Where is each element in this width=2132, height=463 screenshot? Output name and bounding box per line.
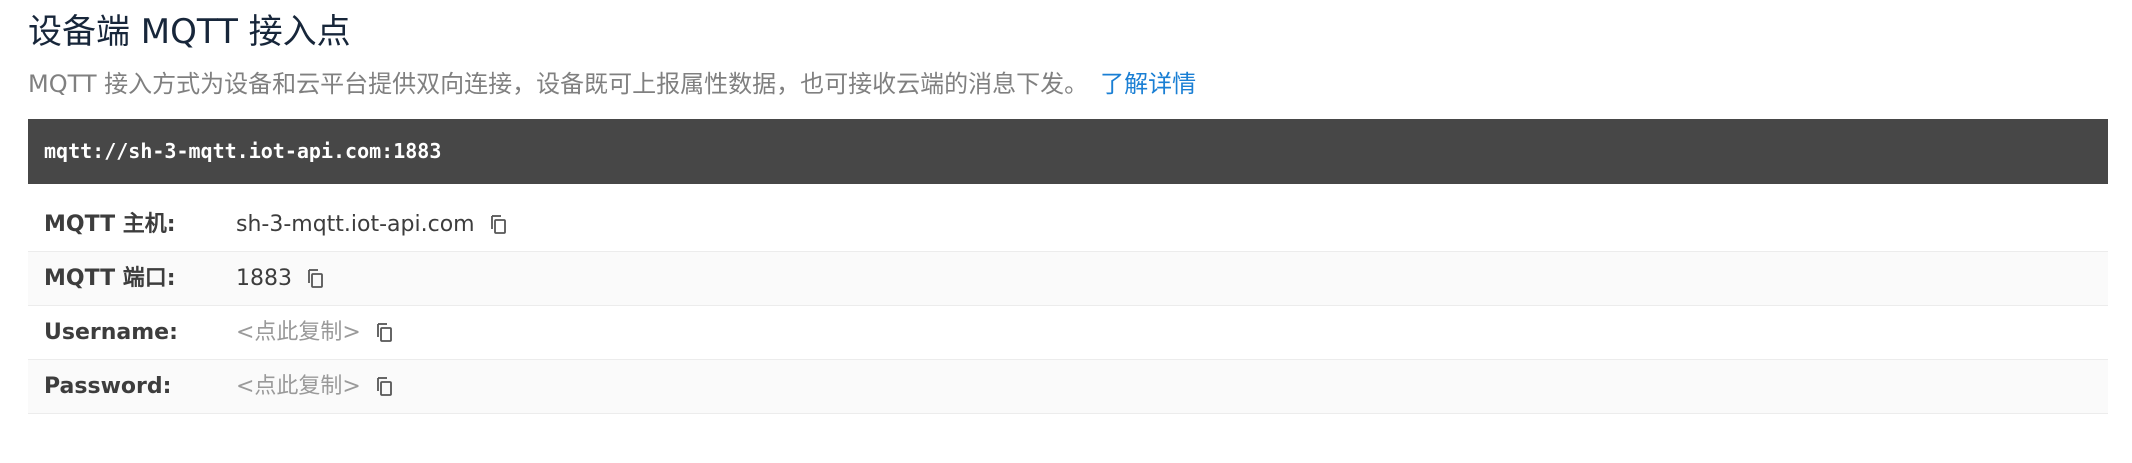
- username-copy-placeholder[interactable]: <点此复制>: [236, 306, 361, 360]
- field-value-host: sh-3-mqtt.iot-api.com: [236, 198, 507, 252]
- field-label-host: MQTT 主机:: [44, 212, 176, 237]
- copy-icon[interactable]: [375, 323, 393, 343]
- field-label-password: Password:: [44, 374, 172, 399]
- field-row-username: Username: <点此复制>: [28, 306, 2108, 360]
- copy-icon[interactable]: [306, 269, 324, 289]
- host-value[interactable]: sh-3-mqtt.iot-api.com: [236, 198, 475, 252]
- field-value-port: 1883: [236, 252, 324, 306]
- field-label-port: MQTT 端口:: [44, 266, 176, 291]
- endpoint-url[interactable]: mqtt://sh-3-mqtt.iot-api.com:1883: [44, 119, 2108, 184]
- description: MQTT 接入方式为设备和云平台提供双向连接，设备既可上报属性数据，也可接收云端…: [28, 66, 1196, 102]
- connection-fields: MQTT 主机: sh-3-mqtt.iot-api.com MQTT 端口: …: [28, 198, 2108, 414]
- copy-icon[interactable]: [489, 215, 507, 235]
- field-row-host: MQTT 主机: sh-3-mqtt.iot-api.com: [28, 198, 2108, 252]
- field-row-port: MQTT 端口: 1883: [28, 252, 2108, 306]
- field-value-username: <点此复制>: [236, 306, 393, 360]
- description-text: MQTT 接入方式为设备和云平台提供双向连接，设备既可上报属性数据，也可接收云端…: [28, 70, 1089, 98]
- learn-more-link[interactable]: 了解详情: [1100, 70, 1196, 98]
- field-label-username: Username:: [44, 320, 178, 345]
- endpoint-bar: mqtt://sh-3-mqtt.iot-api.com:1883: [28, 119, 2108, 184]
- copy-icon[interactable]: [375, 377, 393, 397]
- page-title: 设备端 MQTT 接入点: [28, 12, 351, 52]
- port-value[interactable]: 1883: [236, 252, 292, 306]
- password-copy-placeholder[interactable]: <点此复制>: [236, 360, 361, 414]
- field-value-password: <点此复制>: [236, 360, 393, 414]
- field-row-password: Password: <点此复制>: [28, 360, 2108, 414]
